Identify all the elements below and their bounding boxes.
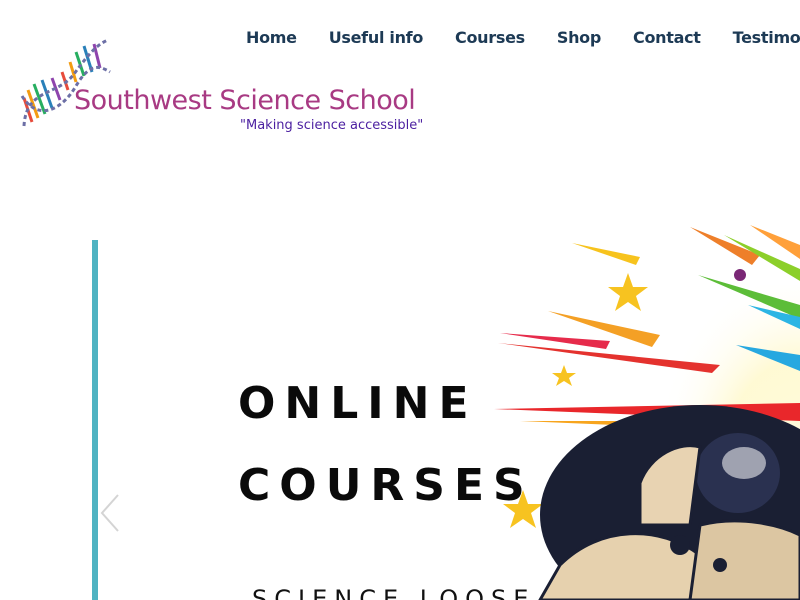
site-logo[interactable]: Southwest Science School "Making science… (18, 38, 423, 138)
nav-contact[interactable]: Contact (633, 28, 701, 47)
logo-tagline: "Making science accessible" (240, 118, 424, 133)
logo-name: Southwest Science School (74, 85, 416, 116)
hero-title-line1: ONLINE (238, 378, 478, 429)
nav-shop[interactable]: Shop (557, 28, 601, 47)
hero-title: ONLINE COURSES (238, 363, 534, 527)
hero-accent-bar (92, 240, 98, 600)
nav-courses[interactable]: Courses (455, 28, 525, 47)
hero-subtitle: SCIENCE LOOSE (252, 585, 536, 600)
chevron-left-icon[interactable] (98, 493, 122, 533)
hero-banner: ONLINE COURSES SCIENCE LOOSE (0, 225, 800, 600)
hero-title-line2: COURSES (238, 460, 534, 511)
nav-testimonials[interactable]: Testimonia (733, 28, 800, 47)
